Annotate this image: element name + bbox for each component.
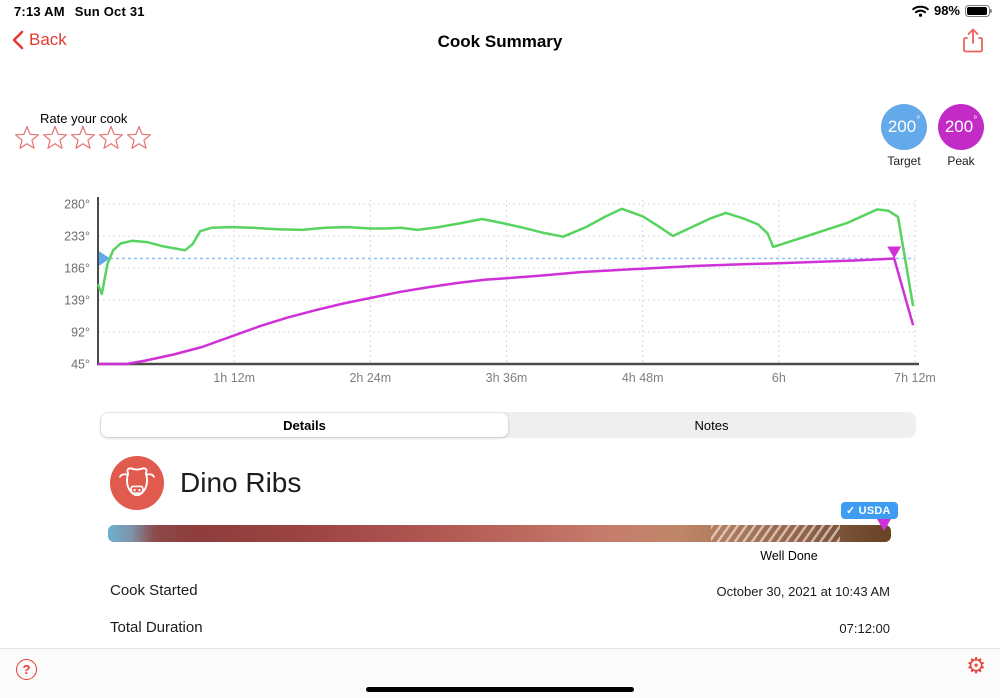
battery-percent: 98%	[934, 3, 960, 18]
cook-started-row: Cook Started October 30, 2021 at 10:43 A…	[110, 582, 890, 606]
total-duration-label: Total Duration	[110, 619, 203, 636]
star-icon[interactable]	[70, 125, 96, 151]
svg-text:186°: 186°	[64, 262, 90, 276]
details-notes-segmented-control: Details Notes	[100, 412, 916, 438]
page-title: Cook Summary	[0, 32, 1000, 52]
peak-marker-pin	[877, 519, 891, 531]
usda-badge[interactable]: ✓ USDA	[841, 502, 898, 519]
home-indicator[interactable]	[366, 687, 634, 692]
tab-notes[interactable]: Notes	[508, 413, 915, 437]
cook-summary-screen: 7:13 AM Sun Oct 31 98% Back Cook Summary	[0, 0, 1000, 698]
star-icon[interactable]	[98, 125, 124, 151]
svg-text:6h: 6h	[772, 371, 786, 385]
ambient-temp-line	[98, 209, 913, 306]
status-bar: 7:13 AM Sun Oct 31 98%	[0, 0, 1000, 22]
target-temp-badge: 200° Target	[881, 104, 927, 168]
peak-marker	[887, 246, 901, 258]
doneness-bar	[108, 525, 891, 542]
svg-text:1h 12m: 1h 12m	[213, 371, 255, 385]
share-icon[interactable]	[960, 27, 986, 55]
tab-details[interactable]: Details	[101, 413, 508, 437]
target-temp-circle: 200°	[881, 104, 927, 150]
svg-text:92°: 92°	[71, 326, 90, 340]
svg-text:7h 12m: 7h 12m	[894, 371, 936, 385]
svg-text:233°: 233°	[64, 230, 90, 244]
svg-text:3h 36m: 3h 36m	[486, 371, 528, 385]
peak-temp-badge: 200° Peak	[938, 104, 984, 168]
target-temp-value: 200	[888, 104, 916, 150]
status-time: 7:13 AM	[14, 4, 65, 19]
temperature-chart: 280° 233° 186° 139° 92° 45° 1h 12m 2h 24m 3h 36m…	[58, 192, 938, 392]
total-duration-row: Total Duration 07:12:00	[110, 619, 890, 643]
internal-temp-line	[98, 259, 913, 365]
rate-your-cook-label: Rate your cook	[40, 111, 127, 126]
peak-temp-value: 200	[945, 104, 973, 150]
beef-icon	[110, 456, 164, 510]
battery-icon	[965, 5, 990, 17]
help-icon[interactable]: ?	[16, 659, 37, 680]
svg-text:280°: 280°	[64, 198, 90, 212]
doneness-hatch-range	[711, 525, 840, 542]
svg-text:4h 48m: 4h 48m	[622, 371, 664, 385]
star-icon[interactable]	[42, 125, 68, 151]
svg-text:2h 24m: 2h 24m	[349, 371, 391, 385]
svg-text:45°: 45°	[71, 358, 90, 372]
star-icon[interactable]	[14, 125, 40, 151]
svg-text:139°: 139°	[64, 294, 90, 308]
cook-header: Dino Ribs	[110, 456, 301, 510]
settings-gear-icon[interactable]: ⚙	[966, 654, 986, 679]
target-temp-label: Target	[881, 154, 927, 168]
status-time-date: 7:13 AM Sun Oct 31	[14, 4, 145, 19]
star-icon[interactable]	[126, 125, 152, 151]
wifi-icon	[912, 5, 929, 17]
doneness-label: Well Done	[724, 549, 854, 563]
cook-started-value: October 30, 2021 at 10:43 AM	[717, 584, 890, 599]
peak-temp-circle: 200°	[938, 104, 984, 150]
total-duration-value: 07:12:00	[839, 621, 890, 636]
status-date: Sun Oct 31	[75, 4, 145, 19]
cook-name: Dino Ribs	[180, 467, 301, 499]
cook-started-label: Cook Started	[110, 582, 198, 599]
peak-temp-label: Peak	[938, 154, 984, 168]
nav-bar: Back Cook Summary	[0, 22, 1000, 62]
star-rating[interactable]	[14, 125, 152, 151]
